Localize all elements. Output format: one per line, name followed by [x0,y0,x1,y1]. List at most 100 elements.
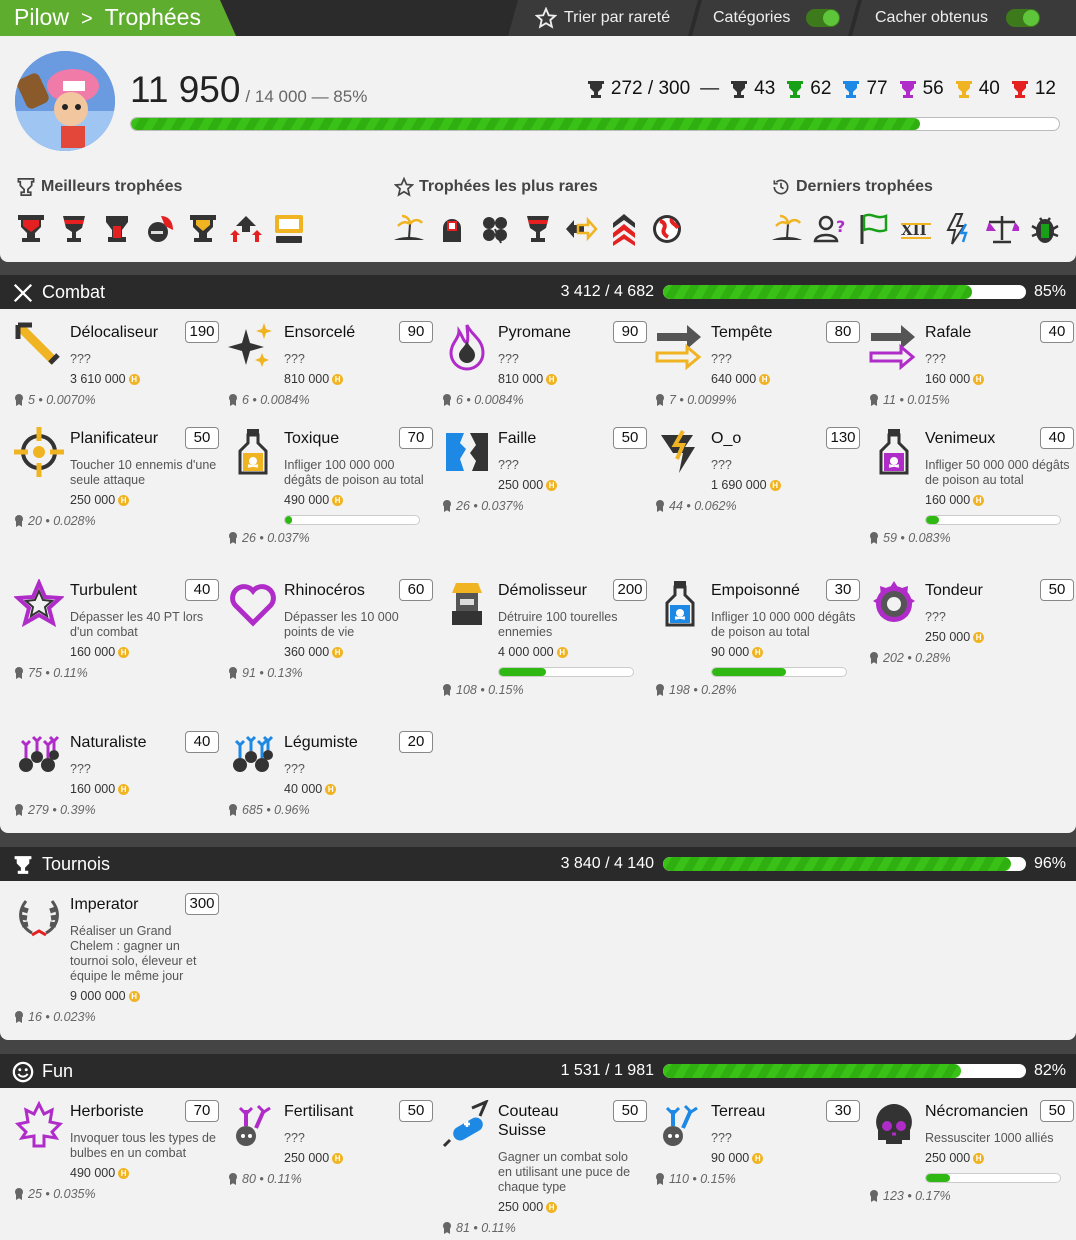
trophy-points: 190 [185,321,219,343]
avatar[interactable] [15,51,115,151]
trophy-card[interactable]: Toxique 70 Infliger 100 000 000 dégâts de … [228,427,433,547]
trophy-cup-icon[interactable] [14,212,48,246]
sort-by-rarity-button[interactable]: Trier par rareté [508,0,698,36]
trophy-progress-bar [711,667,847,677]
trophy-description: Infliger 100 000 000 dégâts de poison au… [284,458,424,487]
coin-icon: H [128,374,140,385]
rank-arrows-icon[interactable] [229,212,263,246]
trophy-description: ??? [284,1131,305,1145]
category-header-fun[interactable]: Fun 1 531 / 1 981 82% [0,1054,1076,1088]
trophy-rarity: 91 • 0.13% [228,666,303,680]
roman-twelve-icon[interactable]: XII [899,212,933,246]
category-title: Combat [42,282,106,302]
category-progress-bar [663,857,1026,871]
categories-label: Catégories [713,9,791,26]
trophy-card[interactable]: O_o 130??? 1 690 000 H 44 • 0.062% [655,427,860,547]
trophy-card[interactable]: Planificateur 50 Toucher 10 ennemis d'une … [14,427,219,547]
count-gold: 40 [954,78,1000,100]
trophy-counts: 272 / 300 — 43 62 77 56 40 12 [586,78,1056,100]
trophy-name: Rafale [925,324,972,341]
trophy-details: ??? 160 000 H [925,352,1072,387]
trophy-description: ??? [711,458,732,472]
hide-label: Cacher obtenus [875,9,988,26]
trophy-card[interactable]: Démolisseur 200 Détruire 100 tourelles enn… [442,579,647,699]
hide-obtained-switch[interactable] [1006,9,1040,27]
category-progress-bar [663,1064,1026,1078]
chevrons-up-icon[interactable] [607,212,641,246]
trophy-cup-icon[interactable] [186,212,220,246]
knight-helmet-icon[interactable] [143,212,177,246]
trophy-reward: 250 000 H [284,1151,431,1166]
trophy-card[interactable]: Rafale 40??? 160 000 H 11 • 0.015% [869,321,1074,441]
bug-icon[interactable] [1028,212,1062,246]
trophy-points: 50 [185,427,219,449]
trophy-cup-icon[interactable] [100,212,134,246]
trophy-card[interactable]: Délocaliseur 190??? 3 610 000 H 5 • 0.0070% [14,321,219,441]
trophy-card[interactable]: Fertilisant 50??? 250 000 H 80 • 0.11% [228,1100,433,1220]
trophy-card[interactable]: Empoisonné 30 Infliger 10 000 000 dégâts d… [655,579,860,699]
trophy-card[interactable]: Tempête 80??? 640 000 H 7 • 0.0099% [655,321,860,441]
category-combat: Combat 3 412 / 4 682 85% Délocaliseur 190… [0,275,1076,833]
crossed-swords-icon [13,283,33,303]
trophy-card[interactable]: Faille 50??? 250 000 H 26 • 0.037% [442,427,647,547]
trophy-card[interactable]: Tondeur 50??? 250 000 H 202 • 0.28% [869,579,1074,699]
globe-icon[interactable] [650,212,684,246]
balance-scale-icon[interactable] [985,212,1019,246]
best-trophies-list [14,212,306,246]
categories-toggle[interactable]: Catégories [692,0,858,36]
medal-icon [655,684,665,696]
trophy-name: Toxique [284,430,340,447]
flag-icon[interactable] [856,212,890,246]
category-header-tournois[interactable]: Tournois 3 840 / 4 140 96% [0,847,1076,881]
clover-icon[interactable] [478,212,512,246]
category-percent: 82% [1033,1062,1066,1079]
medal-icon [442,394,452,406]
trophy-reward: 810 000 H [284,372,431,387]
trophy-card[interactable]: Herboriste 70 Invoquer tous les types de b… [14,1100,219,1220]
total-progress-bar [130,117,1060,131]
medal-icon [14,515,24,527]
hide-obtained-toggle[interactable]: Cacher obtenus [852,0,1076,36]
trophy-card[interactable]: Rhinocéros 60 Dépasser les 10 000 points d… [228,579,433,699]
trophy-card[interactable]: Ensorcelé 90??? 810 000 H 6 • 0.0084% [228,321,433,441]
trophy-card[interactable]: Imperator 300 Réaliser un Grand Chelem : g… [14,893,219,1024]
trophy-card[interactable]: Naturaliste 40??? 160 000 H 279 • 0.39% [14,731,219,851]
swap-arrows-icon[interactable] [564,212,598,246]
medal-icon [655,1173,665,1185]
maple-leaf-icon [14,1100,64,1148]
coin-icon: H [546,374,558,385]
lightning-icon[interactable] [942,212,976,246]
coin-icon: H [325,784,337,795]
goblet-icon[interactable] [521,212,555,246]
trophy-name: Ensorcelé [284,324,356,341]
trophy-card[interactable]: Couteau Suisse 50 Gagner un combat solo en… [442,1100,647,1235]
category-header-combat[interactable]: Combat 3 412 / 4 682 85% [0,275,1076,309]
trophy-card[interactable]: Pyromane 90??? 810 000 H 6 • 0.0084% [442,321,647,441]
island-icon[interactable] [770,212,804,246]
trophy-card[interactable]: Turbulent 40 Dépasser les 40 PT lors d'un … [14,579,219,699]
trophy-points: 50 [1040,1100,1074,1122]
medal-icon [442,1222,452,1234]
goblet-icon[interactable] [57,212,91,246]
computer-icon[interactable] [272,212,306,246]
island-icon[interactable] [392,212,426,246]
trophy-card[interactable]: Nécromancien 50 Ressusciter 1000 alliés 250… [869,1100,1074,1220]
trophy-description: ??? [711,1131,732,1145]
medal-icon [442,684,452,696]
breadcrumb-user[interactable]: Pilow [14,4,69,30]
trophy-details: Infliger 10 000 000 dégâts de poison au … [711,610,858,677]
trophy-points: 130 [826,427,860,449]
history-icon [773,179,789,195]
trophy-name: Démolisseur [498,582,587,599]
double-arrow-icon [655,325,702,371]
categories-switch[interactable] [806,9,840,27]
trophy-purple-icon [899,80,916,98]
category-score: 3 412 / 4 682 [560,283,654,300]
user-question-icon[interactable]: ? [813,212,847,246]
trophy-card[interactable]: Venimeux 40 Infliger 50 000 000 dégâts de … [869,427,1074,547]
trophy-description: Dépasser les 40 PT lors d'un combat [70,610,204,639]
trophy-card[interactable]: Légumiste 20??? 40 000 H 685 • 0.96% [228,731,433,851]
trophy-card[interactable]: Terreau 30??? 90 000 H 110 • 0.15% [655,1100,860,1220]
robot-head-icon[interactable] [435,212,469,246]
medal-icon [14,1188,24,1200]
